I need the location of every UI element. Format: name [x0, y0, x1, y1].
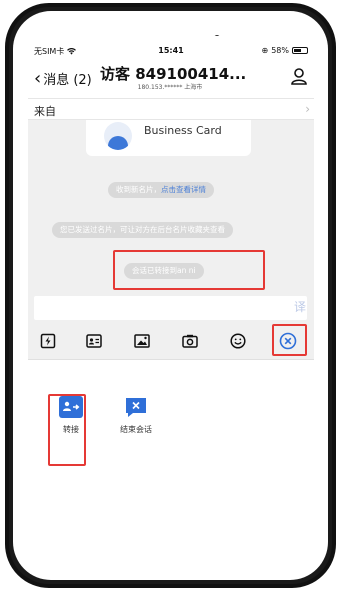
more-actions-panel: 转接 结束会话 [28, 360, 314, 564]
status-right: ⊕ 58% [262, 46, 308, 55]
system-message-card-sent: 您已发送过名片，可让对方在后台名片收藏夹查看 [52, 222, 233, 238]
chevron-left-icon: ‹ [34, 67, 42, 89]
business-card-icon[interactable] [84, 331, 104, 351]
chevron-right-icon: › [305, 102, 310, 116]
business-card-message[interactable]: Business Card [86, 120, 251, 156]
view-details-link[interactable]: 点击查看详情 [161, 185, 206, 194]
business-card-label: Business Card [144, 124, 222, 137]
visitor-ip-location: 180.153.****** 上海市 [137, 84, 203, 91]
source-label: 来自 [34, 105, 56, 118]
source-row[interactable]: 来自 › [28, 98, 314, 120]
emoji-icon[interactable] [228, 331, 248, 351]
status-bar: 无SIM卡 15:41 ⊕ 58% [28, 46, 314, 60]
system-message-new-card: 收到新名片，点击查看详情 [108, 182, 214, 198]
input-row: 译 [28, 296, 314, 322]
highlight-box-transfer [48, 394, 86, 466]
battery-icon [292, 47, 308, 54]
system-message-text: 收到新名片， [116, 185, 161, 194]
camera-icon[interactable] [180, 331, 200, 351]
end-chat-label: 结束会话 [120, 425, 152, 434]
translate-button[interactable]: 译 [294, 298, 306, 315]
quick-reply-icon[interactable] [38, 331, 58, 351]
back-label: 消息 (2) [43, 73, 92, 88]
chat-area[interactable]: Business Card 收到新名片，点击查看详情 您已发送过名片，可让对方在… [28, 120, 314, 296]
chat-toolbar [28, 322, 314, 360]
orientation-lock-icon: ⊕ [261, 46, 269, 55]
message-input[interactable] [34, 296, 307, 320]
end-chat-button[interactable]: 结束会话 [106, 388, 166, 452]
user-profile-icon[interactable] [290, 67, 308, 85]
nav-bar: ‹ 消息 (2) 访客 849100414... 180.153.****** … [28, 61, 314, 95]
page-title: 访客 849100414... [100, 65, 247, 83]
card-avatar [104, 122, 132, 150]
app-screen: 无SIM卡 15:41 ⊕ 58% ‹ 消息 (2) 访客 849100414.… [28, 36, 314, 564]
highlight-box-transferred [113, 250, 265, 290]
back-button[interactable]: ‹ 消息 (2) [34, 69, 92, 88]
highlight-box-close-panel [272, 324, 307, 356]
end-chat-icon [124, 396, 148, 418]
image-icon[interactable] [132, 331, 152, 351]
battery-percent: 58% [271, 46, 289, 55]
